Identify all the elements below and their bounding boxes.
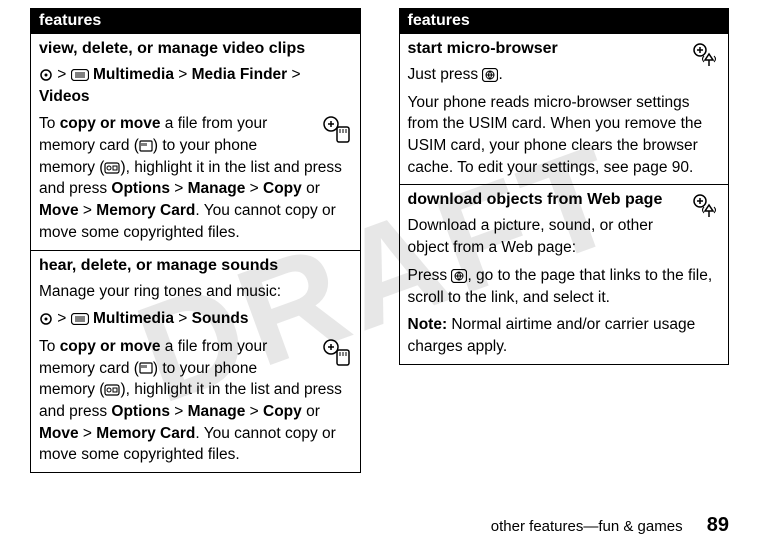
center-key-icon (39, 68, 53, 82)
text: To (39, 338, 60, 355)
page-footer: other features—fun & games 89 (491, 514, 729, 537)
just-press-text: Just press . (408, 64, 721, 86)
section-video-clips: view, delete, or manage video clips > Mu… (30, 34, 361, 251)
page-container: features view, delete, or manage video c… (0, 0, 759, 481)
right-column: features start micro-browser Just press … (399, 8, 730, 473)
network-feature-icon (692, 193, 720, 221)
center-key-icon (39, 312, 53, 326)
nav-videos: Videos (39, 88, 90, 105)
section-download-objects: download objects from Web page Download … (399, 185, 730, 364)
network-feature-icon (692, 42, 720, 70)
copy-move-bold: copy or move (60, 338, 161, 355)
download-intro: Download a picture, sound, or other obje… (408, 215, 721, 258)
text: To (39, 115, 60, 132)
section-title: download objects from Web page (408, 191, 721, 209)
menu-key-icon (71, 69, 89, 81)
note-paragraph: Note: Normal airtime and/or carrier usag… (408, 314, 721, 357)
nav-multimedia: Multimedia (93, 66, 174, 83)
intro-text: Manage your ring tones and music: (39, 281, 352, 303)
opt-move: Move (39, 202, 79, 219)
left-column: features view, delete, or manage video c… (30, 8, 361, 473)
optional-memory-icon (322, 338, 352, 368)
opt-move: Move (39, 425, 79, 442)
section-title: start micro-browser (408, 40, 721, 58)
nav-multimedia: Multimedia (93, 310, 174, 327)
opt-copy: Copy (263, 403, 302, 420)
nav-path: > Multimedia > Media Finder > Videos (39, 64, 352, 107)
features-header-right: features (399, 8, 730, 34)
text: . (498, 66, 502, 83)
copy-move-bold: copy or move (60, 115, 161, 132)
opt-memory-card: Memory Card (96, 202, 195, 219)
phone-memory-icon (104, 384, 120, 396)
section-sounds: hear, delete, or manage sounds Manage yo… (30, 251, 361, 474)
section-title: hear, delete, or manage sounds (39, 257, 352, 275)
text-or: or (302, 403, 320, 420)
nav-sounds: Sounds (192, 310, 249, 327)
features-header-left: features (30, 8, 361, 34)
globe-key-icon (451, 269, 467, 283)
footer-text: other features—fun & games (491, 518, 683, 535)
section-title: view, delete, or manage video clips (39, 40, 352, 58)
card-icon (139, 362, 153, 374)
browser-settings-text: Your phone reads micro-browser settings … (408, 92, 721, 179)
globe-key-icon (482, 68, 498, 82)
note-label: Note: (408, 316, 448, 333)
page-number: 89 (707, 514, 729, 536)
opt-memory-card: Memory Card (96, 425, 195, 442)
optional-memory-icon (322, 115, 352, 145)
opt-options: Options (111, 403, 170, 420)
text-or: or (302, 180, 320, 197)
note-text: Normal airtime and/or carrier usage char… (408, 316, 696, 355)
opt-options: Options (111, 180, 170, 197)
section-micro-browser: start micro-browser Just press . Your ph… (399, 34, 730, 185)
menu-key-icon (71, 313, 89, 325)
opt-manage: Manage (188, 180, 246, 197)
card-icon (139, 140, 153, 152)
text: Press (408, 267, 452, 284)
press-instructions: Press , go to the page that links to the… (408, 265, 721, 308)
nav-path: > Multimedia > Sounds (39, 308, 352, 330)
nav-media-finder: Media Finder (192, 66, 288, 83)
copy-move-paragraph: To copy or move a file from your memory … (39, 336, 352, 466)
phone-memory-icon (104, 162, 120, 174)
copy-move-paragraph: To copy or move a file from your memory … (39, 113, 352, 243)
opt-copy: Copy (263, 180, 302, 197)
text: Just press (408, 66, 483, 83)
opt-manage: Manage (188, 403, 246, 420)
